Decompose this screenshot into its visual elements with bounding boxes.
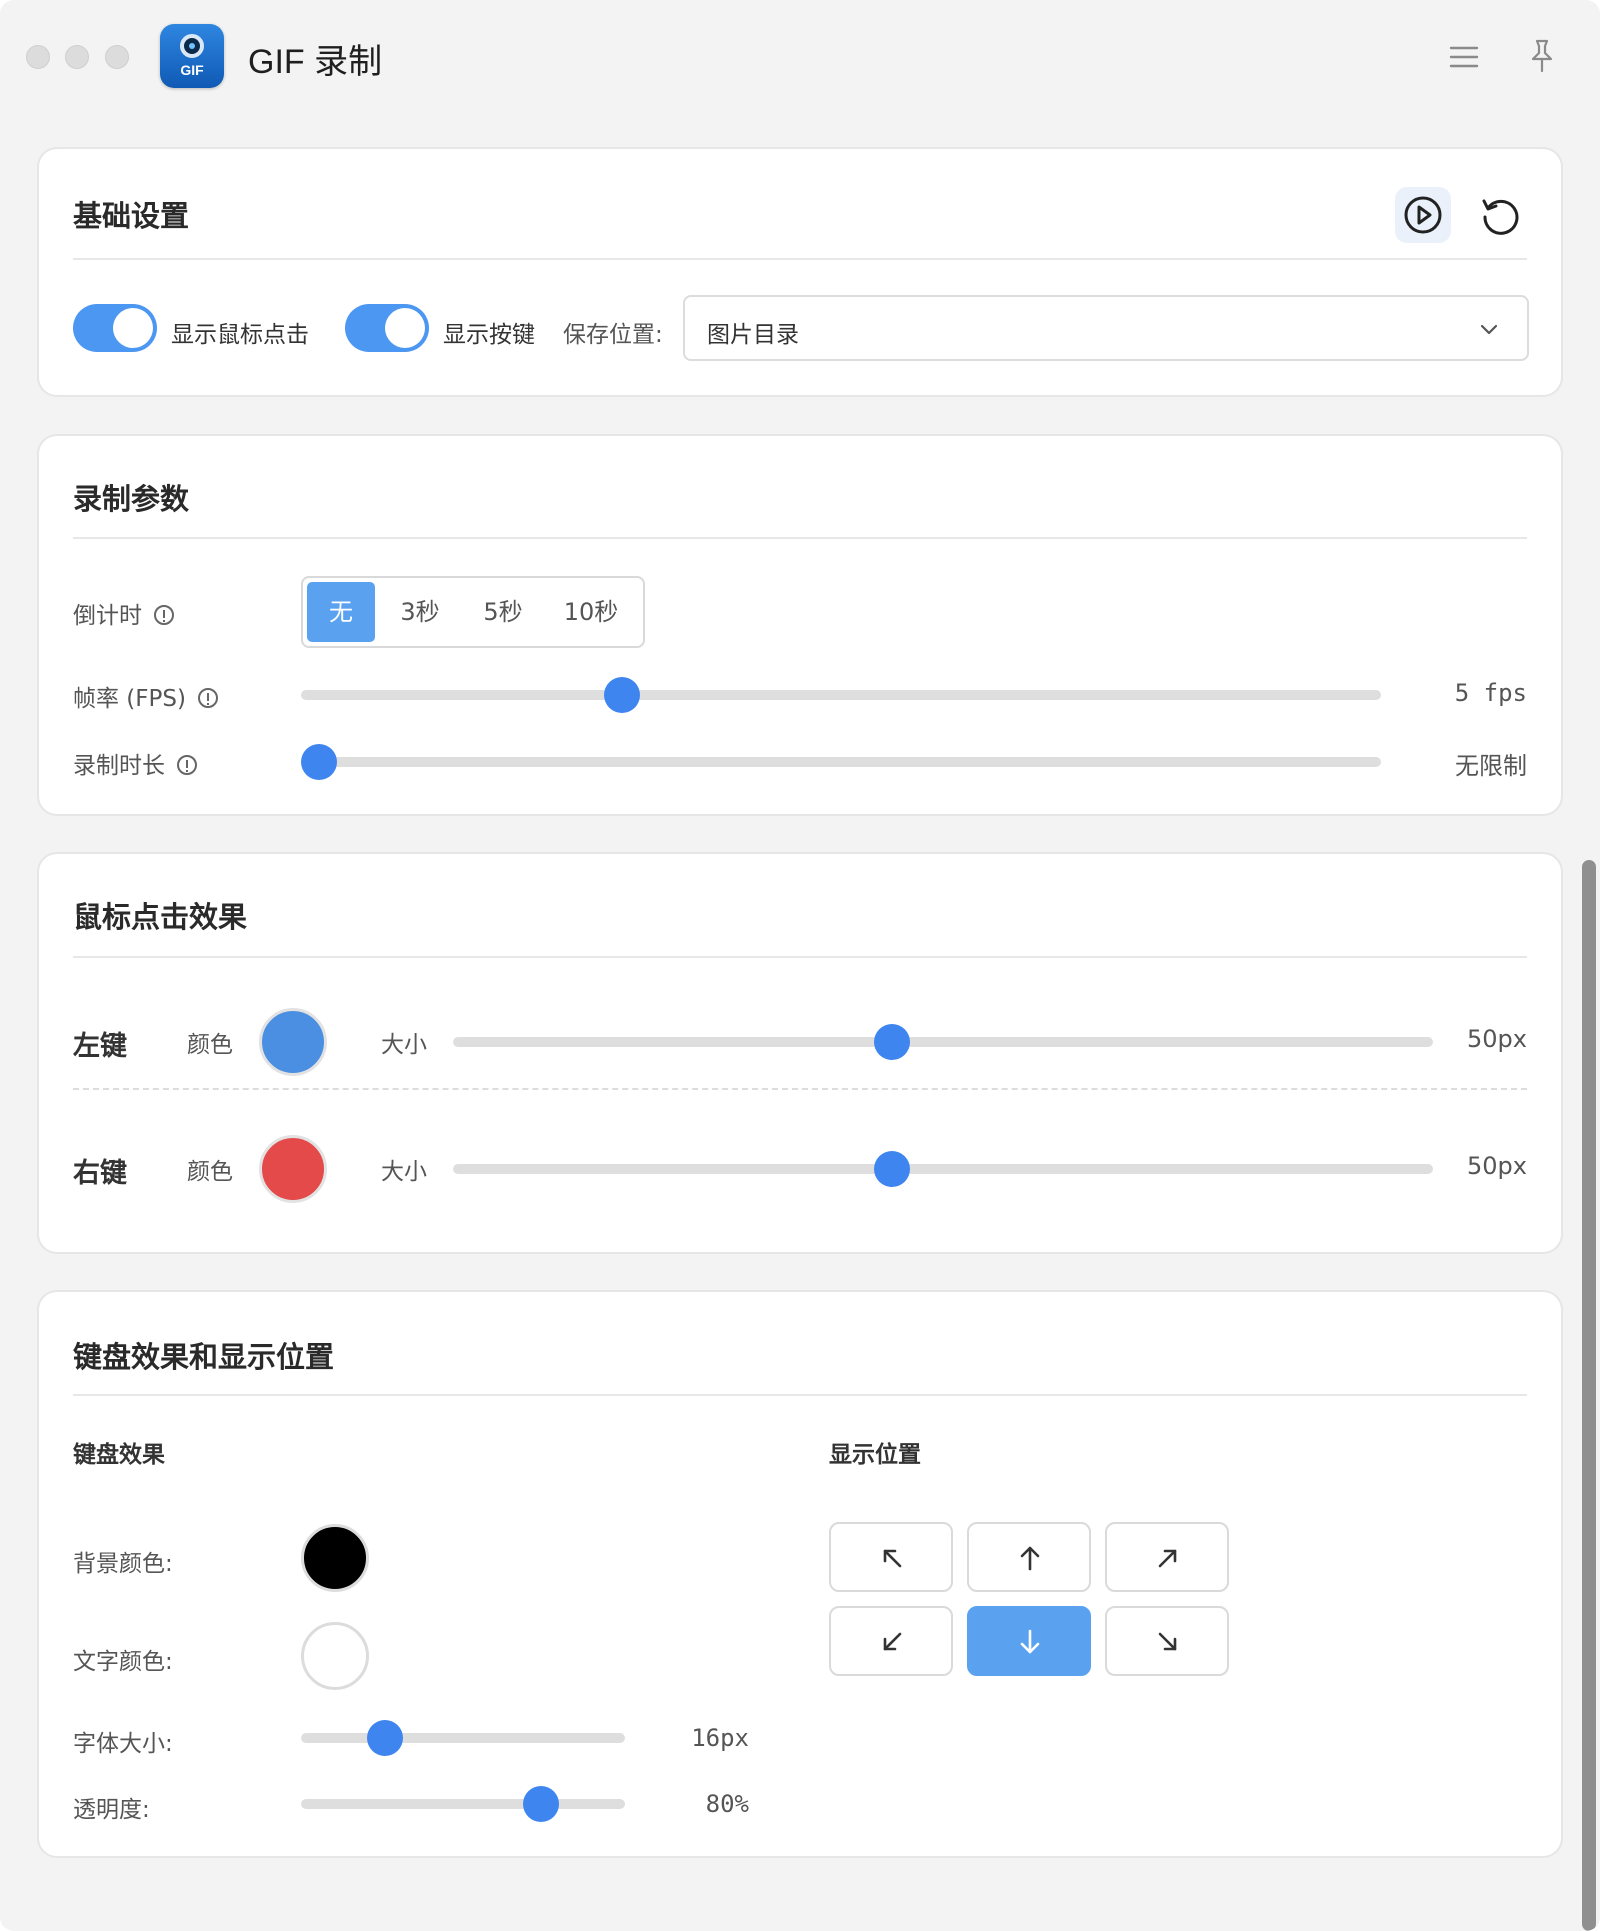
countdown-label: 倒计时	[73, 596, 174, 630]
duration-slider-track[interactable]	[301, 757, 1381, 767]
left-size-slider-track[interactable]	[453, 1037, 1433, 1047]
minimize-window-button[interactable]	[65, 45, 89, 69]
right-size-value: 50px	[1467, 1152, 1527, 1180]
position-bottom-button[interactable]	[967, 1606, 1091, 1676]
fps-slider-thumb[interactable]	[603, 677, 640, 713]
record-divider	[73, 537, 1527, 539]
arrow-down-right-icon	[1158, 1632, 1177, 1651]
mouse-effect-card: 鼠标点击效果 左键 颜色 大小 50px 右键 颜色 大小 50px	[37, 852, 1563, 1254]
text-color-swatch[interactable]	[301, 1622, 369, 1690]
reset-icon	[1482, 199, 1519, 235]
info-icon	[154, 605, 174, 625]
mouse-row-divider	[73, 1088, 1527, 1090]
show-mouse-clicks-toggle[interactable]	[73, 304, 157, 352]
bg-color-swatch[interactable]	[301, 1524, 369, 1592]
basic-divider	[73, 258, 1527, 260]
countdown-option-10s[interactable]: 10秒	[549, 582, 633, 642]
arrow-down-icon	[1020, 1629, 1040, 1654]
fps-slider-track[interactable]	[301, 690, 1381, 700]
countdown-option-5s[interactable]: 5秒	[467, 582, 539, 642]
right-size-slider-thumb[interactable]	[874, 1151, 911, 1187]
vertical-scrollbar[interactable]	[1582, 860, 1596, 1931]
position-top-right-button[interactable]	[1105, 1522, 1229, 1592]
info-icon	[177, 755, 197, 775]
text-color-label: 文字颜色:	[73, 1649, 173, 1675]
left-size-value: 50px	[1467, 1025, 1527, 1053]
keyboard-divider	[73, 1394, 1527, 1396]
position-top-button[interactable]	[967, 1522, 1091, 1592]
save-location-value: 图片目录	[707, 322, 799, 348]
fps-label: 帧率 (FPS)	[73, 679, 218, 713]
keyboard-effects-heading: 键盘效果	[73, 1442, 165, 1468]
duration-slider-thumb[interactable]	[301, 744, 337, 780]
arrow-up-left-icon	[883, 1549, 902, 1568]
countdown-segmented-control: 无 3秒 5秒 10秒	[301, 576, 645, 648]
right-size-slider-track[interactable]	[453, 1164, 1433, 1174]
record-params-title: 录制参数	[73, 482, 190, 516]
mouse-divider	[73, 956, 1527, 958]
show-keys-label: 显示按键	[443, 322, 535, 348]
preview-play-button[interactable]	[1395, 187, 1451, 243]
pin-icon[interactable]	[1528, 38, 1556, 74]
arrow-up-icon	[1020, 1546, 1040, 1571]
close-window-button[interactable]	[26, 45, 50, 69]
right-color-label: 颜色	[187, 1159, 233, 1185]
arrow-up-right-icon	[1158, 1549, 1177, 1568]
position-bottom-right-button[interactable]	[1105, 1606, 1229, 1676]
position-top-left-button[interactable]	[829, 1522, 953, 1592]
display-position-heading: 显示位置	[829, 1442, 921, 1468]
record-params-card: 录制参数 倒计时 无 3秒 5秒 10秒 帧率 (FPS) 5 fps 录制时长…	[37, 434, 1563, 816]
app-icon: GIF	[160, 24, 224, 88]
font-size-label: 字体大小:	[73, 1731, 173, 1757]
duration-label: 录制时长	[73, 746, 197, 780]
keyboard-effect-title: 键盘效果和显示位置	[73, 1340, 335, 1374]
play-circle-icon	[1404, 196, 1442, 234]
countdown-option-none[interactable]: 无	[307, 582, 375, 642]
bg-color-label: 背景颜色:	[73, 1551, 173, 1577]
basic-settings-card: 基础设置 显示鼠标点击 显示按键 保存位置: 图片目录	[37, 147, 1563, 397]
fps-value: 5 fps	[1454, 679, 1527, 707]
font-size-slider-track[interactable]	[301, 1733, 625, 1743]
left-click-label: 左键	[73, 1031, 127, 1062]
opacity-label: 透明度:	[73, 1797, 150, 1823]
opacity-slider-thumb[interactable]	[522, 1786, 559, 1822]
arrow-down-left-icon	[883, 1632, 902, 1651]
duration-value: 无限制	[1455, 752, 1527, 780]
right-size-label: 大小	[381, 1159, 427, 1185]
save-location-select[interactable]: 图片目录	[683, 295, 1529, 361]
menu-icon[interactable]	[1448, 44, 1480, 70]
position-bottom-left-button[interactable]	[829, 1606, 953, 1676]
chevron-down-icon	[1480, 324, 1498, 335]
app-window: GIF GIF 录制 基础设置 显示鼠标点击 显示按键 保存位置: 图片目录 录…	[0, 0, 1600, 1931]
info-icon	[197, 688, 218, 708]
right-click-color-swatch[interactable]	[259, 1135, 327, 1203]
font-size-slider-thumb[interactable]	[367, 1720, 404, 1756]
save-location-label: 保存位置:	[563, 322, 663, 348]
show-keys-toggle[interactable]	[345, 304, 429, 352]
right-click-label: 右键	[73, 1158, 127, 1189]
app-icon-text: GIF	[180, 62, 204, 78]
countdown-option-3s[interactable]: 3秒	[385, 582, 455, 642]
basic-settings-title: 基础设置	[73, 199, 190, 233]
app-title: GIF 录制	[248, 43, 383, 81]
left-size-slider-thumb[interactable]	[874, 1024, 911, 1060]
opacity-value: 80%	[705, 1790, 749, 1818]
opacity-slider-track[interactable]	[301, 1799, 625, 1809]
title-bar: GIF GIF 录制	[0, 0, 1600, 115]
keyboard-effect-card: 键盘效果和显示位置 键盘效果 显示位置 背景颜色: 文字颜色: 字体大小: 16…	[37, 1290, 1563, 1858]
left-click-color-swatch[interactable]	[259, 1008, 327, 1076]
reset-button[interactable]	[1471, 187, 1527, 243]
font-size-value: 16px	[691, 1724, 749, 1752]
mouse-effect-title: 鼠标点击效果	[73, 900, 248, 934]
left-color-label: 颜色	[187, 1032, 233, 1058]
zoom-window-button[interactable]	[105, 45, 129, 69]
left-size-label: 大小	[381, 1032, 427, 1058]
show-mouse-clicks-label: 显示鼠标点击	[171, 322, 309, 348]
